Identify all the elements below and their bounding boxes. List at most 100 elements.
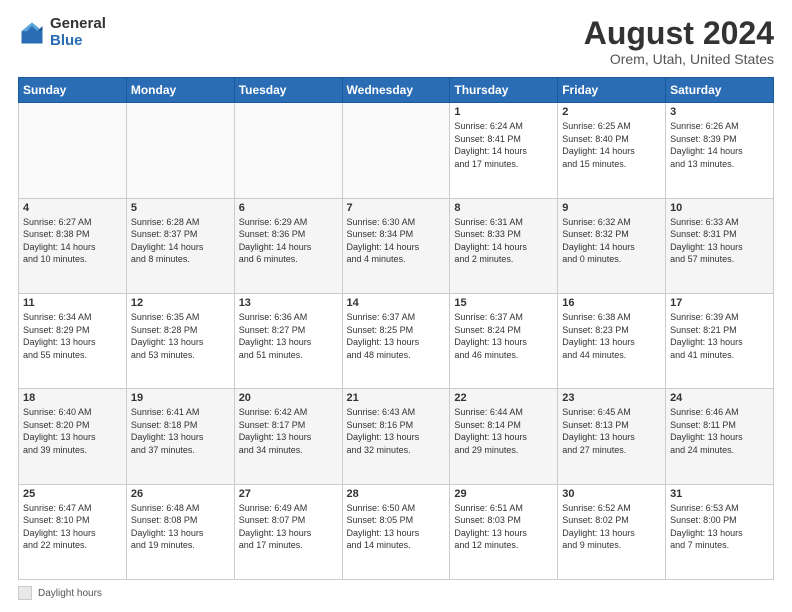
- table-row: 10Sunrise: 6:33 AM Sunset: 8:31 PM Dayli…: [666, 198, 774, 293]
- table-row: 18Sunrise: 6:40 AM Sunset: 8:20 PM Dayli…: [19, 389, 127, 484]
- day-number: 20: [239, 392, 338, 404]
- day-info: Sunrise: 6:50 AM Sunset: 8:05 PM Dayligh…: [347, 502, 446, 552]
- day-number: 3: [670, 106, 769, 118]
- calendar-week-row: 4Sunrise: 6:27 AM Sunset: 8:38 PM Daylig…: [19, 198, 774, 293]
- col-header-saturday: Saturday: [666, 78, 774, 103]
- day-info: Sunrise: 6:37 AM Sunset: 8:25 PM Dayligh…: [347, 311, 446, 361]
- day-number: 9: [562, 202, 661, 214]
- table-row: 21 Sunrise: 6:43 AM Sunset: 8:16 PM Dayli…: [342, 389, 450, 484]
- calendar-week-row: 18Sunrise: 6:40 AM Sunset: 8:20 PM Dayli…: [19, 389, 774, 484]
- day-number: 31: [670, 488, 769, 500]
- table-row: 23Sunrise: 6:45 AM Sunset: 8:13 PM Dayli…: [558, 389, 666, 484]
- day-info: Sunrise: 6:51 AM Sunset: 8:03 PM Dayligh…: [454, 502, 553, 552]
- day-number: 13: [239, 297, 338, 309]
- day-info: Sunrise: 6:39 AM Sunset: 8:21 PM Dayligh…: [670, 311, 769, 361]
- table-row: 6 Sunrise: 6:29 AM Sunset: 8:36 PM Daylig…: [234, 198, 342, 293]
- day-info: Sunrise: 6:43 AM Sunset: 8:16 PM Dayligh…: [347, 406, 446, 456]
- table-row: [342, 103, 450, 198]
- table-row: 30 Sunrise: 6:52 AM Sunset: 8:02 PM Dayli…: [558, 484, 666, 579]
- table-row: [126, 103, 234, 198]
- day-info: Sunrise: 6:24 AM Sunset: 8:41 PM Dayligh…: [454, 120, 553, 170]
- col-header-wednesday: Wednesday: [342, 78, 450, 103]
- day-number: 14: [347, 297, 446, 309]
- day-number: 25: [23, 488, 122, 500]
- table-row: 9 Sunrise: 6:32 AM Sunset: 8:32 PM Daylig…: [558, 198, 666, 293]
- day-number: 17: [670, 297, 769, 309]
- day-number: 15: [454, 297, 553, 309]
- day-info: Sunrise: 6:29 AM Sunset: 8:36 PM Dayligh…: [239, 216, 338, 266]
- day-number: 12: [131, 297, 230, 309]
- table-row: 16 Sunrise: 6:38 AM Sunset: 8:23 PM Dayli…: [558, 293, 666, 388]
- day-info: Sunrise: 6:52 AM Sunset: 8:02 PM Dayligh…: [562, 502, 661, 552]
- table-row: 8 Sunrise: 6:31 AM Sunset: 8:33 PM Daylig…: [450, 198, 558, 293]
- day-info: Sunrise: 6:28 AM Sunset: 8:37 PM Dayligh…: [131, 216, 230, 266]
- header: General Blue August 2024 Orem, Utah, Uni…: [18, 16, 774, 67]
- day-number: 7: [347, 202, 446, 214]
- day-info: Sunrise: 6:53 AM Sunset: 8:00 PM Dayligh…: [670, 502, 769, 552]
- table-row: 20Sunrise: 6:42 AM Sunset: 8:17 PM Dayli…: [234, 389, 342, 484]
- main-title: August 2024: [584, 16, 774, 51]
- table-row: 7Sunrise: 6:30 AM Sunset: 8:34 PM Daylig…: [342, 198, 450, 293]
- day-info: Sunrise: 6:34 AM Sunset: 8:29 PM Dayligh…: [23, 311, 122, 361]
- table-row: 11 Sunrise: 6:34 AM Sunset: 8:29 PM Dayli…: [19, 293, 127, 388]
- day-number: 28: [347, 488, 446, 500]
- calendar-week-row: 1Sunrise: 6:24 AM Sunset: 8:41 PM Daylig…: [19, 103, 774, 198]
- table-row: 25 Sunrise: 6:47 AM Sunset: 8:10 PM Dayli…: [19, 484, 127, 579]
- calendar-week-row: 11 Sunrise: 6:34 AM Sunset: 8:29 PM Dayli…: [19, 293, 774, 388]
- day-number: 22: [454, 392, 553, 404]
- day-info: Sunrise: 6:33 AM Sunset: 8:31 PM Dayligh…: [670, 216, 769, 266]
- table-row: 29 Sunrise: 6:51 AM Sunset: 8:03 PM Dayli…: [450, 484, 558, 579]
- legend: Daylight hours: [18, 586, 774, 600]
- calendar-header-row: Sunday Monday Tuesday Wednesday Thursday…: [19, 78, 774, 103]
- day-info: Sunrise: 6:44 AM Sunset: 8:14 PM Dayligh…: [454, 406, 553, 456]
- calendar-table: Sunday Monday Tuesday Wednesday Thursday…: [18, 77, 774, 580]
- day-number: 18: [23, 392, 122, 404]
- day-info: Sunrise: 6:46 AM Sunset: 8:11 PM Dayligh…: [670, 406, 769, 456]
- col-header-friday: Friday: [558, 78, 666, 103]
- table-row: 26Sunrise: 6:48 AM Sunset: 8:08 PM Dayli…: [126, 484, 234, 579]
- day-number: 27: [239, 488, 338, 500]
- table-row: [19, 103, 127, 198]
- col-header-monday: Monday: [126, 78, 234, 103]
- day-number: 6: [239, 202, 338, 214]
- legend-box: [18, 586, 32, 600]
- table-row: 13Sunrise: 6:36 AM Sunset: 8:27 PM Dayli…: [234, 293, 342, 388]
- day-info: Sunrise: 6:47 AM Sunset: 8:10 PM Dayligh…: [23, 502, 122, 552]
- day-info: Sunrise: 6:32 AM Sunset: 8:32 PM Dayligh…: [562, 216, 661, 266]
- table-row: 24 Sunrise: 6:46 AM Sunset: 8:11 PM Dayli…: [666, 389, 774, 484]
- table-row: 3 Sunrise: 6:26 AM Sunset: 8:39 PM Daylig…: [666, 103, 774, 198]
- day-number: 23: [562, 392, 661, 404]
- day-number: 4: [23, 202, 122, 214]
- logo-icon: [18, 19, 46, 47]
- day-number: 30: [562, 488, 661, 500]
- page: General Blue August 2024 Orem, Utah, Uni…: [0, 0, 792, 612]
- day-info: Sunrise: 6:41 AM Sunset: 8:18 PM Dayligh…: [131, 406, 230, 456]
- table-row: 17 Sunrise: 6:39 AM Sunset: 8:21 PM Dayli…: [666, 293, 774, 388]
- table-row: 28 Sunrise: 6:50 AM Sunset: 8:05 PM Dayli…: [342, 484, 450, 579]
- logo-text: General Blue: [50, 16, 106, 49]
- subtitle: Orem, Utah, United States: [584, 51, 774, 67]
- day-number: 26: [131, 488, 230, 500]
- day-number: 24: [670, 392, 769, 404]
- day-info: Sunrise: 6:25 AM Sunset: 8:40 PM Dayligh…: [562, 120, 661, 170]
- day-number: 8: [454, 202, 553, 214]
- day-info: Sunrise: 6:37 AM Sunset: 8:24 PM Dayligh…: [454, 311, 553, 361]
- table-row: 1Sunrise: 6:24 AM Sunset: 8:41 PM Daylig…: [450, 103, 558, 198]
- day-number: 19: [131, 392, 230, 404]
- title-block: August 2024 Orem, Utah, United States: [584, 16, 774, 67]
- day-info: Sunrise: 6:31 AM Sunset: 8:33 PM Dayligh…: [454, 216, 553, 266]
- table-row: [234, 103, 342, 198]
- table-row: 4Sunrise: 6:27 AM Sunset: 8:38 PM Daylig…: [19, 198, 127, 293]
- day-number: 16: [562, 297, 661, 309]
- day-info: Sunrise: 6:26 AM Sunset: 8:39 PM Dayligh…: [670, 120, 769, 170]
- day-info: Sunrise: 6:38 AM Sunset: 8:23 PM Dayligh…: [562, 311, 661, 361]
- day-number: 2: [562, 106, 661, 118]
- day-number: 11: [23, 297, 122, 309]
- table-row: 15 Sunrise: 6:37 AM Sunset: 8:24 PM Dayli…: [450, 293, 558, 388]
- day-number: 21: [347, 392, 446, 404]
- logo: General Blue: [18, 16, 106, 49]
- table-row: 2 Sunrise: 6:25 AM Sunset: 8:40 PM Daylig…: [558, 103, 666, 198]
- table-row: 27Sunrise: 6:49 AM Sunset: 8:07 PM Dayli…: [234, 484, 342, 579]
- day-number: 29: [454, 488, 553, 500]
- legend-text: Daylight hours: [38, 588, 102, 599]
